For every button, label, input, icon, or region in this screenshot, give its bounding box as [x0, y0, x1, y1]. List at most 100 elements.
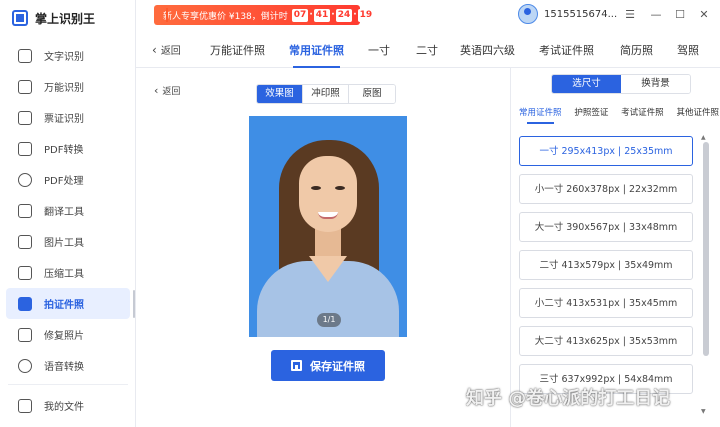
size-option[interactable]: 大一寸 390x567px | 33x48mm — [519, 212, 693, 242]
tab-exam-photo[interactable]: 考试证件照 — [539, 32, 594, 68]
subtab-common[interactable]: 常用证件照 — [519, 106, 562, 124]
universal-scan-icon — [18, 79, 32, 94]
promo-text: 新人专享优惠价 ¥138，倒计时 — [163, 11, 288, 22]
watermark: 知乎 @卷心派的打工日记 — [466, 388, 671, 409]
sidebar-item-id-photo[interactable]: 拍证件照 — [6, 288, 130, 319]
size-option[interactable]: 小一寸 260x378px | 22x32mm — [519, 174, 693, 204]
tab-cet-exam[interactable]: 英语四六级 — [460, 32, 515, 68]
sidebar-item-my-files[interactable]: 我的文件 — [6, 390, 130, 421]
size-category-tabs: 常用证件照 护照签证 考试证件照 其他证件照 — [519, 106, 719, 124]
subtab-passport-visa[interactable]: 护照签证 — [574, 106, 608, 122]
preview-mode-switch: 效果图 冲印照 原图 — [256, 84, 396, 104]
size-option[interactable]: 一寸 295x413px | 25x35mm — [519, 136, 693, 166]
preview-back-button[interactable]: ‹ 返回 — [154, 84, 180, 97]
photo-eye-right — [335, 186, 345, 190]
translate-icon — [18, 203, 32, 218]
size-option[interactable]: 二寸 413x579px | 35x49mm — [519, 250, 693, 280]
sidebar-item-label: PDF处理 — [44, 176, 84, 187]
id-photo-preview: 1/1 — [249, 116, 407, 337]
sidebar-item-receipt-recognition[interactable]: 票证识别 — [6, 102, 130, 133]
segment-print[interactable]: 冲印照 — [303, 85, 349, 103]
size-option[interactable]: 小二寸 413x531px | 35x45mm — [519, 288, 693, 318]
close-icon[interactable]: ✕ — [696, 6, 712, 22]
category-tabs: ‹ 返回 万能证件照 常用证件照 一寸 二寸 英语四六级 考试证件照 简历照 驾照 — [136, 32, 720, 68]
sidebar-item-label: 我的文件 — [44, 402, 84, 413]
countdown-hours: 41 — [313, 8, 331, 22]
sidebar-item-label: 图片工具 — [44, 238, 84, 249]
sidebar-item-label: 拍证件照 — [44, 300, 84, 311]
countdown-separator: · — [309, 10, 313, 20]
back-label: 返回 — [160, 46, 181, 57]
pdf-convert-icon — [18, 141, 32, 156]
segment-choose-size[interactable]: 选尺寸 — [552, 75, 621, 93]
countdown-minutes: 24 — [335, 8, 353, 22]
sidebar-list: 文字识别 万能识别 票证识别 PDF转换 PDF处理 翻译工具 图片工具 压缩工… — [6, 40, 130, 381]
sidebar: 掌上识别王 文字识别 万能识别 票证识别 PDF转换 PDF处理 翻译工具 图片… — [0, 0, 136, 427]
sidebar-item-label: 修复照片 — [44, 331, 84, 342]
sidebar-scrollbar[interactable] — [133, 290, 135, 318]
segment-original[interactable]: 原图 — [349, 85, 395, 103]
sidebar-item-label: 票证识别 — [44, 114, 84, 125]
user-account[interactable]: 1515515674... — [518, 4, 617, 24]
title-bar: 新人专享优惠价 ¥138，倒计时 07 · 41 · 24 · 19 15155… — [136, 0, 720, 32]
text-scan-icon — [18, 48, 32, 63]
photo-repair-icon — [18, 327, 32, 342]
save-id-photo-button[interactable]: 保存证件照 — [271, 350, 385, 381]
countdown-seconds: 19 — [357, 8, 375, 22]
sidebar-item-photo-repair[interactable]: 修复照片 — [6, 319, 130, 350]
menu-icon[interactable]: ☰ — [622, 6, 638, 22]
sidebar-item-universal-recognition[interactable]: 万能识别 — [6, 71, 130, 102]
image-tool-icon — [18, 234, 32, 249]
tab-two-inch[interactable]: 二寸 — [416, 32, 438, 68]
maximize-icon[interactable]: ☐ — [672, 6, 688, 22]
app-logo-icon — [12, 10, 28, 26]
tab-universal-id-photo[interactable]: 万能证件照 — [210, 32, 265, 68]
segment-change-background[interactable]: 换背景 — [621, 75, 690, 93]
sidebar-item-image-tool[interactable]: 图片工具 — [6, 226, 130, 257]
avatar[interactable] — [518, 4, 538, 24]
sidebar-item-compress[interactable]: 压缩工具 — [6, 257, 130, 288]
compress-icon — [18, 265, 32, 280]
sidebar-item-voice-convert[interactable]: 语音转换 — [6, 350, 130, 381]
scroll-up-icon[interactable]: ▲ — [701, 134, 706, 141]
sidebar-item-translate[interactable]: 翻译工具 — [6, 195, 130, 226]
tab-resume-photo[interactable]: 简历照 — [620, 32, 653, 68]
tab-driver-license[interactable]: 驾照 — [677, 32, 699, 68]
promo-banner[interactable]: 新人专享优惠价 ¥138，倒计时 07 · 41 · 24 · 19 — [154, 5, 375, 25]
subtab-other[interactable]: 其他证件照 — [676, 106, 719, 122]
countdown: 07 · 41 · 24 · 19 — [291, 8, 375, 22]
preview-back-label: 返回 — [162, 87, 181, 97]
countdown-separator: · — [331, 10, 335, 20]
save-icon — [291, 360, 302, 371]
sidebar-divider — [8, 384, 128, 385]
size-option[interactable]: 大二寸 413x625px | 35x53mm — [519, 326, 693, 356]
pdf-process-icon — [18, 172, 32, 187]
back-button[interactable]: ‹ 返回 — [152, 42, 192, 58]
sidebar-item-label: 文字识别 — [44, 52, 84, 63]
id-photo-icon — [18, 296, 32, 311]
countdown-days: 07 — [291, 8, 309, 22]
sidebar-item-label: 压缩工具 — [44, 269, 84, 280]
minimize-icon[interactable]: — — [648, 6, 664, 22]
sidebar-item-label: 翻译工具 — [44, 207, 84, 218]
sidebar-item-label: 语音转换 — [44, 362, 84, 373]
sidebar-item-text-recognition[interactable]: 文字识别 — [6, 40, 130, 71]
options-panel: 选尺寸 换背景 常用证件照 护照签证 考试证件照 其他证件照 一寸 295x41… — [510, 68, 720, 427]
photo-face — [299, 156, 357, 232]
size-list: 一寸 295x413px | 25x35mm 小一寸 260x378px | 2… — [519, 136, 693, 402]
preview-panel: ‹ 返回 效果图 冲印照 原图 1/1 保存证件照 — [136, 68, 510, 427]
my-files-icon — [18, 398, 32, 413]
sidebar-item-pdf-convert[interactable]: PDF转换 — [6, 133, 130, 164]
subtab-exam[interactable]: 考试证件照 — [621, 106, 664, 122]
scroll-down-icon[interactable]: ▼ — [701, 408, 706, 415]
size-list-scrollbar[interactable] — [703, 142, 709, 356]
segment-effect[interactable]: 效果图 — [257, 85, 303, 103]
sidebar-item-label: 万能识别 — [44, 83, 84, 94]
page-indicator: 1/1 — [317, 313, 341, 327]
tab-one-inch[interactable]: 一寸 — [368, 32, 390, 68]
receipt-scan-icon — [18, 110, 32, 125]
voice-convert-icon — [18, 358, 32, 373]
sidebar-item-pdf-process[interactable]: PDF处理 — [6, 164, 130, 195]
tab-common-id-photo[interactable]: 常用证件照 — [289, 32, 344, 68]
app-name: 掌上识别王 — [35, 11, 96, 26]
